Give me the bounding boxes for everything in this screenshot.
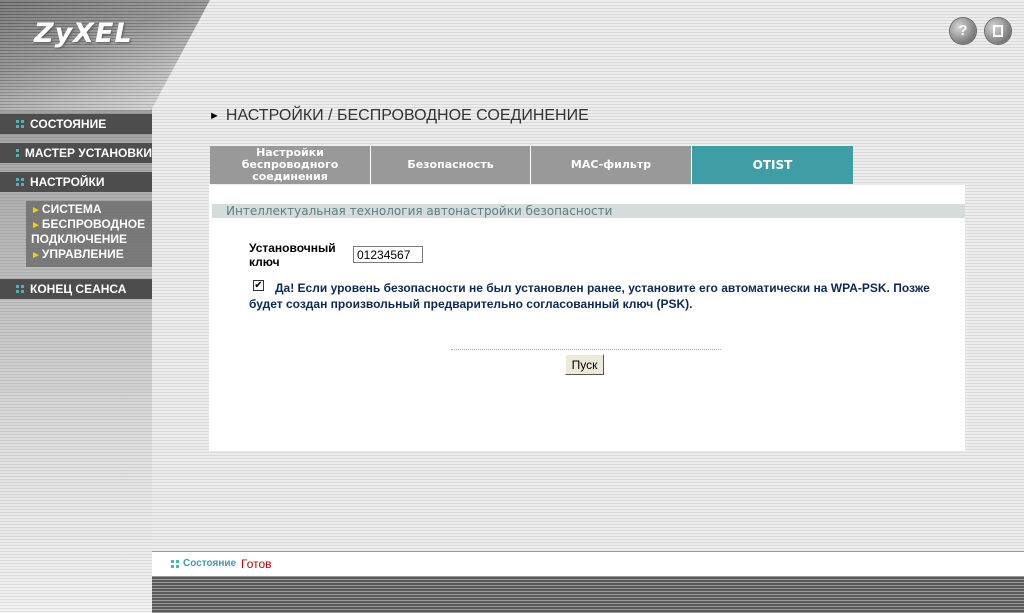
sidebar-item-label: НАСТРОЙКИ: [30, 175, 105, 189]
status-bar: Состояние Готов: [152, 551, 1024, 577]
subitem-wireless-cont[interactable]: ПОДКЛЮЧЕНИЕ: [31, 232, 127, 246]
arrow-right-icon: ►: [31, 220, 41, 231]
sidebar-item-wizard[interactable]: МАСТЕР УСТАНОВКИ: [0, 143, 152, 163]
arrow-right-icon: ►: [31, 250, 41, 261]
main-panel: Интеллектуальная технология автонастройк…: [209, 185, 965, 451]
subitem-label: СИСТЕМА: [41, 202, 102, 216]
subitem-label: БЕСПРОВОДНОЕ: [41, 217, 146, 231]
zyxel-logo: ZyXEL: [34, 18, 133, 49]
status-label: Состояние: [183, 558, 237, 569]
subitem-system[interactable]: ►СИСТЕМА: [31, 202, 102, 216]
tab-otist[interactable]: OTIST: [692, 146, 853, 184]
sidebar-item-label: КОНЕЦ СЕАНСА: [30, 282, 127, 296]
setup-key-input[interactable]: [353, 246, 423, 263]
bottom-strip: [152, 577, 1024, 613]
arrow-right-icon: ►: [209, 110, 220, 122]
sidebar-item-logout[interactable]: КОНЕЦ СЕАНСА: [0, 279, 152, 299]
subitem-management[interactable]: ►УПРАВЛЕНИЕ: [31, 247, 124, 261]
page-title: ► НАСТРОЙКИ / БЕСПРОВОДНОЕ СОЕДИНЕНИЕ: [209, 107, 589, 125]
bullet-icon: [16, 149, 19, 157]
bullet-icon: [16, 285, 24, 293]
status-value: Готов: [241, 557, 272, 571]
logo-area: [0, 0, 210, 110]
sidebar-item-label: СОСТОЯНИЕ: [30, 117, 107, 131]
bullet-icon: [16, 120, 24, 128]
auto-wpa-checkbox[interactable]: ✔: [253, 280, 264, 291]
tab-mac-filter[interactable]: MAC-фильтр: [531, 146, 692, 184]
bullet-icon: [16, 178, 24, 186]
bullet-icon: [171, 560, 179, 568]
auto-wpa-checkbox-label: Да! Если уровень безопасности не был уст…: [249, 281, 930, 311]
subitem-label: ПОДКЛЮЧЕНИЕ: [31, 232, 128, 246]
subitem-wireless[interactable]: ►БЕСПРОВОДНОЕ: [31, 217, 145, 231]
power-glyph: [993, 25, 1003, 37]
start-button[interactable]: Пуск: [565, 354, 604, 375]
page-title-text: НАСТРОЙКИ / БЕСПРОВОДНОЕ СОЕДИНЕНИЕ: [225, 107, 589, 124]
logout-icon[interactable]: [985, 18, 1011, 44]
section-title: Интеллектуальная технология автонастройк…: [212, 204, 965, 218]
setup-key-label: Установочный ключ: [249, 241, 336, 269]
subitem-label: УПРАВЛЕНИЕ: [41, 247, 124, 261]
tab-wireless-settings[interactable]: Настройки беспроводного соединения: [210, 146, 371, 184]
sidebar-item-status[interactable]: СОСТОЯНИЕ: [0, 114, 152, 134]
sidebar-item-settings[interactable]: НАСТРОЙКИ: [0, 172, 152, 192]
sidebar-item-label: МАСТЕР УСТАНОВКИ: [24, 146, 152, 160]
help-icon[interactable]: ?: [950, 18, 976, 44]
divider: [451, 349, 721, 350]
tab-security[interactable]: Безопасность: [371, 146, 531, 184]
arrow-right-icon: ►: [31, 205, 41, 216]
